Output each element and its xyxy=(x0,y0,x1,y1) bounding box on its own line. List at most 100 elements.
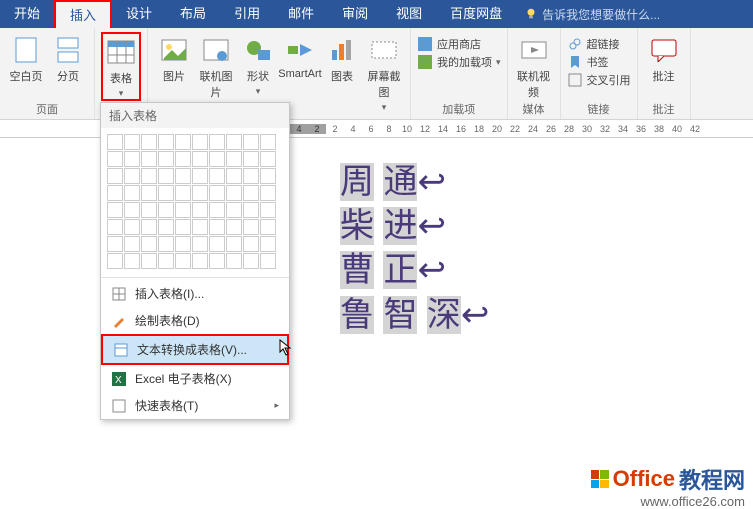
insert-table-item[interactable]: 插入表格(I)... xyxy=(101,280,289,307)
grid-cell[interactable] xyxy=(226,134,242,150)
grid-cell[interactable] xyxy=(124,219,140,235)
grid-cell[interactable] xyxy=(260,151,276,167)
grid-cell[interactable] xyxy=(107,185,123,201)
grid-cell[interactable] xyxy=(243,185,259,201)
blank-page-button[interactable]: 空白页 xyxy=(6,32,46,84)
tab-design[interactable]: 设计 xyxy=(112,0,166,28)
grid-cell[interactable] xyxy=(243,236,259,252)
tab-baidu[interactable]: 百度网盘 xyxy=(436,0,516,28)
grid-cell[interactable] xyxy=(141,185,157,201)
grid-cell[interactable] xyxy=(192,168,208,184)
grid-cell[interactable] xyxy=(124,134,140,150)
convert-text-item[interactable]: 文本转换成表格(V)... xyxy=(101,334,289,365)
grid-cell[interactable] xyxy=(260,134,276,150)
comment-button[interactable]: 批注 xyxy=(644,32,684,84)
grid-cell[interactable] xyxy=(209,185,225,201)
grid-cell[interactable] xyxy=(226,236,242,252)
grid-cell[interactable] xyxy=(124,151,140,167)
grid-cell[interactable] xyxy=(192,219,208,235)
tab-mailings[interactable]: 邮件 xyxy=(274,0,328,28)
crossref-button[interactable]: 交叉引用 xyxy=(567,72,631,88)
grid-cell[interactable] xyxy=(158,236,174,252)
grid-cell[interactable] xyxy=(158,185,174,201)
grid-cell[interactable] xyxy=(209,134,225,150)
grid-cell[interactable] xyxy=(141,236,157,252)
quick-tables-item[interactable]: 快速表格(T) ▸ xyxy=(101,392,289,419)
screenshot-button[interactable]: 屏幕截图▾ xyxy=(364,32,404,113)
grid-cell[interactable] xyxy=(260,185,276,201)
grid-cell[interactable] xyxy=(243,168,259,184)
grid-cell[interactable] xyxy=(243,151,259,167)
grid-cell[interactable] xyxy=(260,253,276,269)
grid-cell[interactable] xyxy=(226,168,242,184)
grid-cell[interactable] xyxy=(124,185,140,201)
tab-home[interactable]: 开始 xyxy=(0,0,54,28)
grid-cell[interactable] xyxy=(243,219,259,235)
my-addins-button[interactable]: 我的加载项 ▾ xyxy=(417,54,501,70)
excel-table-item[interactable]: X Excel 电子表格(X) xyxy=(101,365,289,392)
page-break-button[interactable]: 分页 xyxy=(48,32,88,84)
table-button[interactable]: 表格 ▾ xyxy=(101,32,141,101)
grid-cell[interactable] xyxy=(192,134,208,150)
grid-cell[interactable] xyxy=(124,236,140,252)
grid-cell[interactable] xyxy=(107,168,123,184)
grid-cell[interactable] xyxy=(209,168,225,184)
grid-cell[interactable] xyxy=(158,168,174,184)
grid-cell[interactable] xyxy=(175,253,191,269)
smartart-button[interactable]: SmartArt xyxy=(280,32,320,80)
grid-cell[interactable] xyxy=(175,134,191,150)
grid-cell[interactable] xyxy=(158,253,174,269)
grid-cell[interactable] xyxy=(107,202,123,218)
grid-cell[interactable] xyxy=(226,253,242,269)
tab-insert[interactable]: 插入 xyxy=(54,0,112,28)
grid-cell[interactable] xyxy=(192,202,208,218)
tab-layout[interactable]: 布局 xyxy=(166,0,220,28)
grid-cell[interactable] xyxy=(124,168,140,184)
grid-cell[interactable] xyxy=(141,202,157,218)
grid-cell[interactable] xyxy=(158,134,174,150)
grid-cell[interactable] xyxy=(260,202,276,218)
grid-cell[interactable] xyxy=(175,236,191,252)
grid-cell[interactable] xyxy=(124,253,140,269)
grid-cell[interactable] xyxy=(243,202,259,218)
grid-cell[interactable] xyxy=(209,151,225,167)
grid-cell[interactable] xyxy=(260,219,276,235)
bookmark-button[interactable]: 书签 xyxy=(567,54,631,70)
grid-cell[interactable] xyxy=(107,253,123,269)
grid-cell[interactable] xyxy=(226,219,242,235)
document-content[interactable]: 周 通↩ 柴 进↩ 曹 正↩ 鲁 智 深↩ xyxy=(340,160,700,337)
tab-view[interactable]: 视图 xyxy=(382,0,436,28)
grid-cell[interactable] xyxy=(175,168,191,184)
grid-cell[interactable] xyxy=(192,185,208,201)
grid-cell[interactable] xyxy=(175,219,191,235)
grid-cell[interactable] xyxy=(141,134,157,150)
grid-cell[interactable] xyxy=(209,236,225,252)
grid-cell[interactable] xyxy=(141,253,157,269)
grid-cell[interactable] xyxy=(175,151,191,167)
grid-cell[interactable] xyxy=(141,151,157,167)
grid-cell[interactable] xyxy=(226,202,242,218)
grid-cell[interactable] xyxy=(107,151,123,167)
grid-cell[interactable] xyxy=(141,219,157,235)
chart-button[interactable]: 图表 xyxy=(322,32,362,84)
grid-cell[interactable] xyxy=(260,168,276,184)
online-pictures-button[interactable]: 联机图片 xyxy=(196,32,236,100)
grid-cell[interactable] xyxy=(107,134,123,150)
grid-cell[interactable] xyxy=(192,253,208,269)
grid-cell[interactable] xyxy=(158,202,174,218)
store-button[interactable]: 应用商店 xyxy=(417,36,501,52)
grid-cell[interactable] xyxy=(124,202,140,218)
grid-cell[interactable] xyxy=(243,134,259,150)
online-video-button[interactable]: 联机视频 xyxy=(514,32,554,100)
grid-cell[interactable] xyxy=(175,202,191,218)
tell-me[interactable]: 告诉我您想要做什么... xyxy=(516,6,660,23)
shapes-button[interactable]: 形状▾ xyxy=(238,32,278,97)
grid-cell[interactable] xyxy=(192,151,208,167)
table-grid-picker[interactable] xyxy=(101,128,289,275)
grid-cell[interactable] xyxy=(226,151,242,167)
grid-cell[interactable] xyxy=(226,185,242,201)
tab-review[interactable]: 审阅 xyxy=(328,0,382,28)
grid-cell[interactable] xyxy=(260,236,276,252)
draw-table-item[interactable]: 绘制表格(D) xyxy=(101,307,289,334)
grid-cell[interactable] xyxy=(141,168,157,184)
